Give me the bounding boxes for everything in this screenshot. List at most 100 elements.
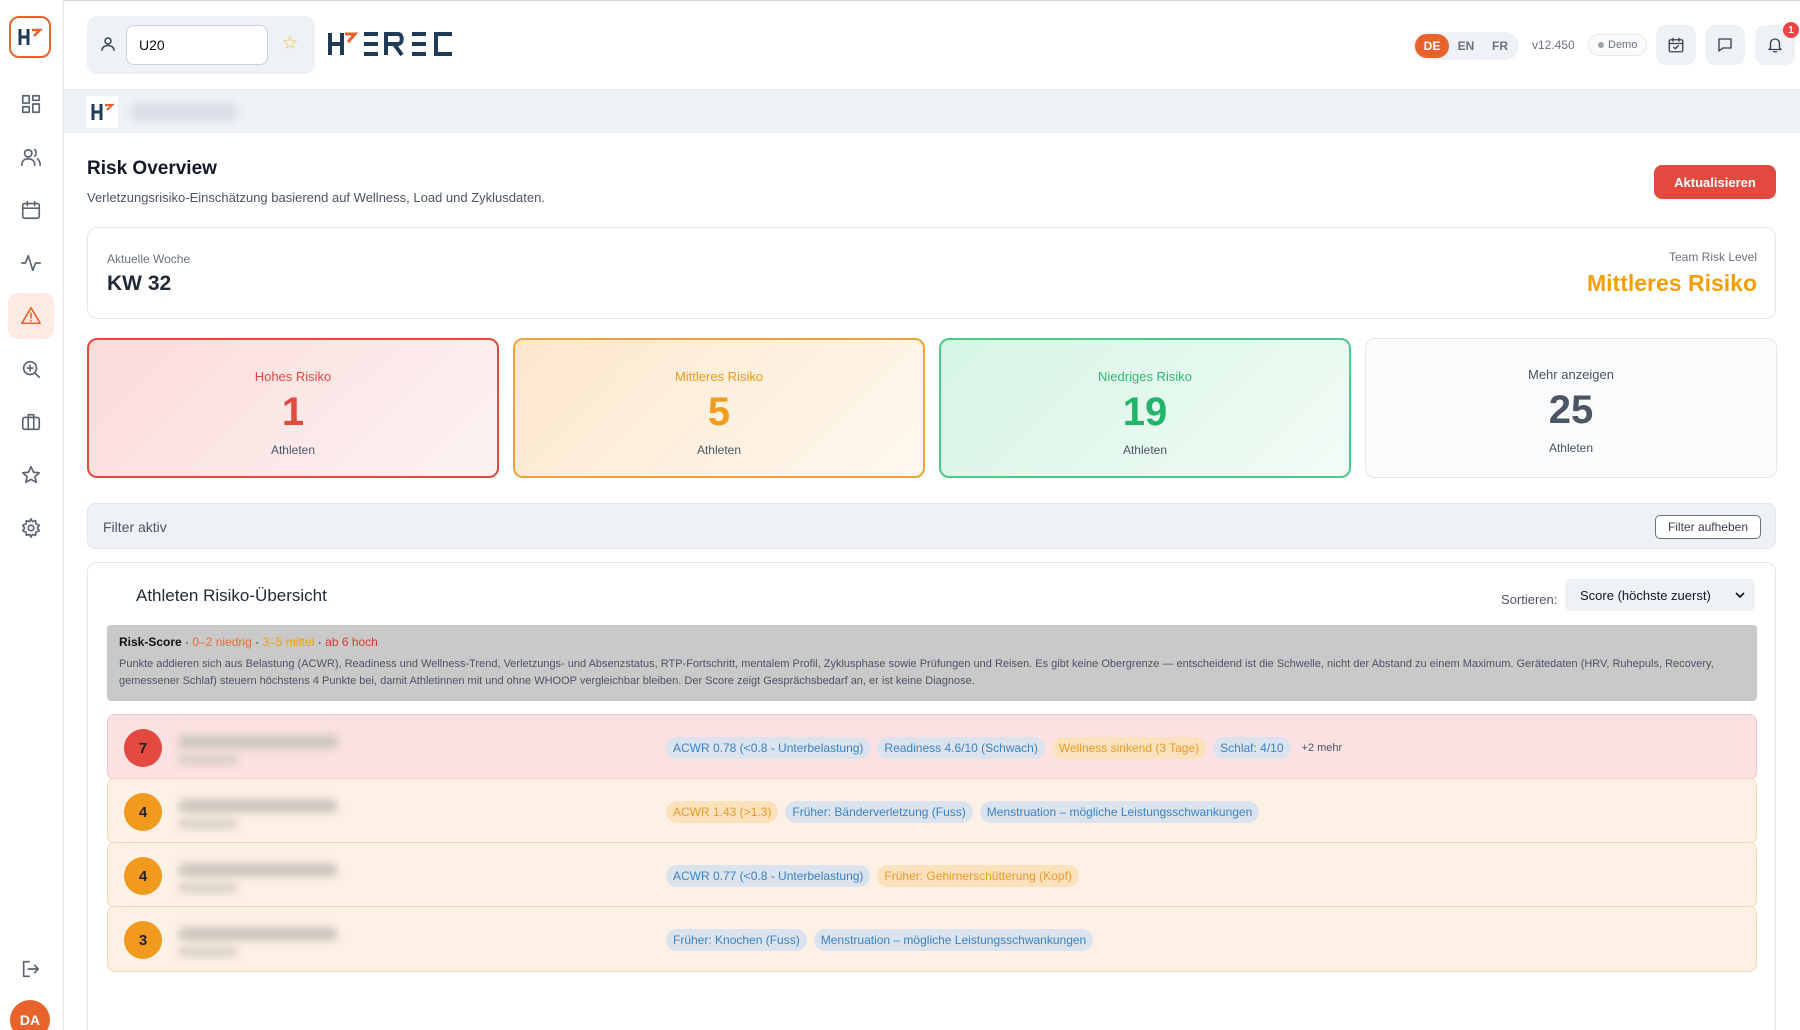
sort-select[interactable]: Score (höchste zuerst)	[1565, 579, 1755, 611]
nav-calendar[interactable]	[8, 187, 54, 233]
logout-icon	[22, 960, 40, 978]
nav-dashboard[interactable]	[8, 81, 54, 127]
filter-status: Filter aktiv	[103, 519, 167, 535]
athlete-name-redacted	[178, 799, 338, 813]
medium-risk-unit: Athleten	[696, 443, 742, 457]
athlete-name-redacted	[178, 735, 338, 749]
risk-tag: ACWR 0.78 (<0.8 - Unterbelastung)	[666, 737, 871, 759]
legend-low: 0–2 niedrig	[192, 635, 252, 649]
main-content: Risk Overview Verletzungsrisiko-Einschät…	[64, 133, 1800, 1030]
clear-filter-button[interactable]: Filter aufheben	[1654, 515, 1761, 539]
version-label: v12.450	[1532, 38, 1575, 52]
notification-count-badge: 1	[1783, 22, 1799, 38]
athlete-row[interactable]: 7 ACWR 0.78 (<0.8 - Unterbelastung) Readin…	[107, 714, 1757, 780]
nav-staff[interactable]	[8, 399, 54, 445]
team-selector: ☆	[87, 16, 315, 74]
medium-risk-label: Mittleres Risiko	[674, 369, 764, 384]
athlete-meta-redacted	[178, 947, 238, 957]
low-risk-unit: Athleten	[1122, 443, 1168, 457]
legend-separator: ·	[251, 635, 263, 649]
legend-description: Punkte addieren sich aus Belastung (ACWR…	[119, 658, 1714, 687]
chevron-down-icon	[1735, 592, 1745, 599]
high-risk-card[interactable]: Hohes Risiko 1 Athleten	[87, 338, 499, 478]
risk-tag: Schlaf: 4/10	[1213, 737, 1291, 759]
medium-risk-card[interactable]: Mittleres Risiko 5 Athleten	[513, 338, 925, 478]
risk-score-badge: 4	[124, 857, 162, 895]
risk-tag: Menstruation – mögliche Leistungsschwank…	[979, 801, 1260, 823]
risk-tag: Früher: Knochen (Fuss)	[666, 929, 807, 951]
favorite-star-icon[interactable]: ☆	[279, 33, 301, 55]
more-tags-link[interactable]: +2 mehr	[1302, 742, 1343, 754]
nav-favorites[interactable]	[8, 452, 54, 498]
calendar-button[interactable]	[1656, 25, 1696, 65]
high-risk-label: Hohes Risiko	[254, 369, 332, 384]
club-band	[64, 91, 1800, 133]
user-avatar[interactable]: DA	[10, 1000, 50, 1030]
star-icon	[21, 465, 41, 484]
app-logo[interactable]	[9, 16, 51, 58]
logo-mark-icon	[18, 28, 44, 45]
show-more-card[interactable]: Mehr anzeigen 25 Athleten	[1365, 338, 1777, 478]
dashboard-icon	[21, 94, 41, 114]
total-count: 25	[1548, 388, 1594, 432]
sidebar: DA	[0, 0, 64, 1030]
logout-button[interactable]	[8, 946, 54, 992]
high-risk-unit: Athleten	[270, 443, 316, 457]
demo-badge: Demo	[1588, 34, 1648, 56]
user-icon	[101, 37, 115, 51]
club-logo-mark-icon	[91, 103, 115, 120]
legend-high: ab 6 hoch	[325, 635, 378, 649]
risk-score-badge: 3	[124, 921, 162, 959]
page-title: Risk Overview	[87, 158, 217, 179]
risk-tags: ACWR 0.77 (<0.8 - Unterbelastung) Früher:…	[666, 865, 1079, 887]
athlete-meta-redacted	[178, 819, 238, 829]
calendar-check-icon	[1668, 37, 1684, 53]
users-icon	[21, 148, 41, 167]
zoom-in-icon	[22, 360, 41, 379]
messages-button[interactable]	[1705, 25, 1745, 65]
panel-title: Athleten Risiko-Übersicht	[136, 586, 327, 605]
nav-athletes[interactable]	[8, 134, 54, 180]
athlete-row[interactable]: 3 Früher: Knochen (Fuss) Menstruation – mö…	[107, 906, 1757, 972]
club-name-redacted	[130, 104, 238, 120]
risk-tag: Früher: Bänderverletzung (Fuss)	[785, 801, 973, 823]
week-value: KW 32	[107, 272, 172, 295]
team-risk-label: Team Risk Level	[1668, 250, 1757, 264]
low-risk-card[interactable]: Niedriges Risiko 19 Athleten	[939, 338, 1351, 478]
bell-icon	[1768, 38, 1782, 53]
message-icon	[1718, 38, 1732, 52]
athlete-row[interactable]: 4 ACWR 1.43 (>1.3) Früher: Bänderverletzun…	[107, 778, 1757, 844]
briefcase-icon	[21, 413, 41, 431]
lang-fr[interactable]: FR	[1483, 34, 1517, 58]
notifications-button[interactable]: 1	[1755, 22, 1799, 65]
team-input[interactable]	[126, 25, 268, 65]
athlete-row[interactable]: 4 ACWR 0.77 (<0.8 - Unterbelastung) Früher…	[107, 842, 1757, 908]
page-subtitle: Verletzungsrisiko-Einschätzung basierend…	[87, 190, 545, 205]
nav-analysis[interactable]	[8, 346, 54, 392]
week-label: Aktuelle Woche	[107, 252, 191, 266]
show-more-label: Mehr anzeigen	[1528, 367, 1614, 382]
legend-mid: 3–5 mittel	[262, 635, 315, 649]
lang-de[interactable]: DE	[1415, 34, 1449, 58]
nav-activity[interactable]	[8, 240, 54, 286]
legend-head: Risk-Score · 0–2 niedrig · 3–5 mittel · …	[119, 635, 1745, 649]
nav-risk-overview[interactable]	[8, 293, 54, 339]
nav-settings[interactable]	[8, 505, 54, 551]
risk-tags: ACWR 1.43 (>1.3) Früher: Bänderverletzung…	[666, 801, 1260, 823]
risk-tag: Wellness sinkend (3 Tage)	[1051, 737, 1207, 759]
low-risk-count: 19	[1122, 390, 1168, 434]
risk-score-legend: Risk-Score · 0–2 niedrig · 3–5 mittel · …	[107, 625, 1757, 701]
athletes-risk-panel: Athleten Risiko-Übersicht Sortieren: Sco…	[87, 562, 1776, 1030]
demo-label: Demo	[1608, 39, 1638, 51]
activity-icon	[21, 254, 41, 272]
risk-tags: Früher: Knochen (Fuss) Menstruation – mög…	[666, 929, 1094, 951]
athlete-name-redacted	[178, 863, 338, 877]
risk-tag: Readiness 4.6/10 (Schwach)	[877, 737, 1045, 759]
athlete-name-redacted	[178, 927, 338, 941]
status-dot	[1598, 42, 1604, 48]
team-risk-value: Mittleres Risiko	[1587, 270, 1757, 296]
legend-title: Risk-Score	[119, 635, 182, 649]
refresh-button[interactable]: Aktualisieren	[1654, 165, 1776, 199]
lang-en[interactable]: EN	[1449, 34, 1483, 58]
brand-logo	[328, 32, 452, 57]
